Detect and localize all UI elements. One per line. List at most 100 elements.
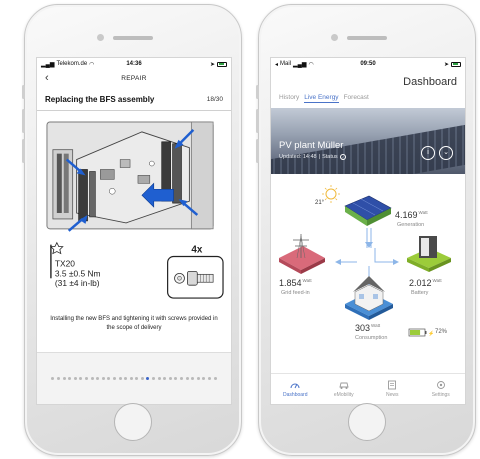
status-ok-icon: ✓ [339, 154, 346, 160]
pager-dot[interactable] [101, 377, 105, 380]
pager-dot[interactable] [73, 377, 77, 380]
pager-dot[interactable] [163, 377, 167, 380]
tab-live-energy[interactable]: Live Energy [304, 94, 339, 103]
repair-screen: ▂▄▆ Telekom.de ◠ 14:36 ➤ ‹ REPAIR Replac… [36, 57, 232, 405]
battery-level-icon: ⚡ [408, 328, 434, 337]
carrier-name: Mail [280, 61, 292, 67]
front-camera [97, 34, 104, 41]
pager-dot[interactable] [112, 377, 116, 380]
grid-label: Grid feed-in [281, 290, 310, 296]
bfs-assembly-drawing: 4x TX20 3.5 ±0.5 Nm (31 ±4 in-lb) [43, 120, 225, 306]
battery-storage-icon [407, 236, 451, 272]
pager-dot[interactable] [146, 377, 150, 380]
chevron-down-icon[interactable]: ⌄ [439, 146, 453, 160]
pager-dot[interactable] [174, 377, 178, 380]
signal-icon: ▂▄▆ [41, 61, 55, 68]
pager-dot[interactable] [56, 377, 60, 380]
step-counter: 18/30 [206, 95, 223, 103]
pager-dot[interactable] [96, 377, 100, 380]
pager-dot[interactable] [196, 377, 200, 380]
phone-dashboard-app: ◂ Mail ▂▄▆ ◠ 09:50 ➤ Dashboard History L… [256, 4, 476, 456]
back-button[interactable]: ‹ [45, 72, 49, 84]
pager-dot[interactable] [140, 377, 144, 380]
status-bar: ◂ Mail ▂▄▆ ◠ 09:50 ➤ [271, 58, 465, 70]
mute-switch [256, 85, 259, 99]
tab-dashboard[interactable]: Dashboard [271, 374, 320, 404]
navigation-bar: ‹ REPAIR [37, 70, 231, 86]
pager-dot[interactable] [79, 377, 83, 380]
step-title: Replacing the BFS assembly [45, 94, 155, 104]
sun-icon [322, 185, 340, 203]
pager-dot[interactable] [168, 377, 172, 380]
tab-settings[interactable]: Settings [417, 374, 466, 404]
pager-dot[interactable] [185, 377, 189, 380]
back-to-app-icon: ◂ [275, 61, 279, 68]
pager-dot[interactable] [213, 377, 217, 380]
pager-dot[interactable] [129, 377, 133, 380]
consumption-label: Consumption [355, 335, 388, 341]
weather-temperature: 21° [315, 200, 325, 206]
home-button[interactable] [348, 403, 386, 441]
signal-icon: ▂▄▆ [293, 61, 307, 68]
pager-dot[interactable] [62, 377, 66, 380]
pager-dot[interactable] [107, 377, 111, 380]
earpiece-speaker [113, 36, 153, 40]
svg-text:⚡: ⚡ [428, 330, 434, 337]
step-caption: Installing the new BFS and tightening it… [50, 316, 218, 331]
volume-up-button [256, 109, 259, 133]
energy-flow: ⚡ 21° 4.169Watt Generation 1.854Watt Gri… [271, 174, 465, 349]
torque-nm: 3.5 ±0.5 Nm [55, 268, 101, 278]
home-button[interactable] [114, 403, 152, 441]
tab-forecast[interactable]: Forecast [344, 94, 369, 102]
info-icon[interactable]: i [421, 146, 435, 160]
plant-updated: Updated: 14:48 [279, 154, 317, 160]
battery-label: Battery [411, 290, 429, 296]
plant-status-line: Updated: 14:48 | Status ✓ [279, 154, 346, 160]
step-header: Replacing the BFS assembly 18/30 [37, 86, 231, 106]
location-icon: ➤ [443, 61, 449, 68]
battery-charge: 72% [435, 329, 448, 335]
pager-dot[interactable] [68, 377, 72, 380]
pager-dot[interactable] [118, 377, 122, 380]
battery-level-fill [410, 330, 421, 335]
view-tabs: History Live Energy Forecast [271, 94, 465, 108]
tab-history[interactable]: History [279, 94, 299, 102]
tab-emobility[interactable]: eMobility [320, 374, 369, 404]
pager-dot[interactable] [124, 377, 128, 380]
consumption-value: 303Watt [355, 323, 381, 333]
wifi-icon: ◠ [89, 61, 95, 68]
phone-repair-app: ▂▄▆ Telekom.de ◠ 14:36 ➤ ‹ REPAIR Replac… [22, 4, 242, 456]
plant-name: PV plant Müller [279, 140, 344, 151]
pager-dot[interactable] [51, 377, 55, 380]
tool-size: TX20 [55, 258, 75, 268]
screw-quantity: 4x [191, 245, 202, 256]
settings-icon [436, 381, 445, 389]
wifi-icon: ◠ [308, 61, 314, 68]
stage: ▂▄▆ Telekom.de ◠ 14:36 ➤ ‹ REPAIR Replac… [0, 0, 480, 459]
pager-dot[interactable] [90, 377, 94, 380]
generation-value: 4.169Watt [395, 210, 428, 220]
news-icon [388, 380, 397, 390]
earpiece-speaker [347, 36, 387, 40]
pager-dot[interactable] [157, 377, 161, 380]
step-pager [37, 352, 231, 404]
location-icon: ➤ [209, 61, 215, 68]
plant-status-label: Status [322, 154, 338, 160]
bottom-tab-bar: Dashboard eMobility News Settings [271, 373, 465, 404]
pager-dot[interactable] [202, 377, 206, 380]
pager-dot[interactable] [84, 377, 88, 380]
tab-news[interactable]: News [368, 374, 417, 404]
battery-value: 2.012Watt [409, 278, 442, 288]
grid-pylon-icon [279, 234, 325, 274]
pager-dot[interactable] [191, 377, 195, 380]
generation-label: Generation [397, 222, 425, 228]
header-divider [37, 106, 231, 111]
front-camera [331, 34, 338, 41]
plant-hero: PV plant Müller Updated: 14:48 | Status … [271, 108, 465, 174]
pager-dot[interactable] [135, 377, 139, 380]
pager-dot[interactable] [152, 377, 156, 380]
solar-module-icon [344, 195, 392, 226]
dashboard-header: Dashboard [271, 70, 465, 94]
pager-dot[interactable] [208, 377, 212, 380]
pager-dot[interactable] [180, 377, 184, 380]
